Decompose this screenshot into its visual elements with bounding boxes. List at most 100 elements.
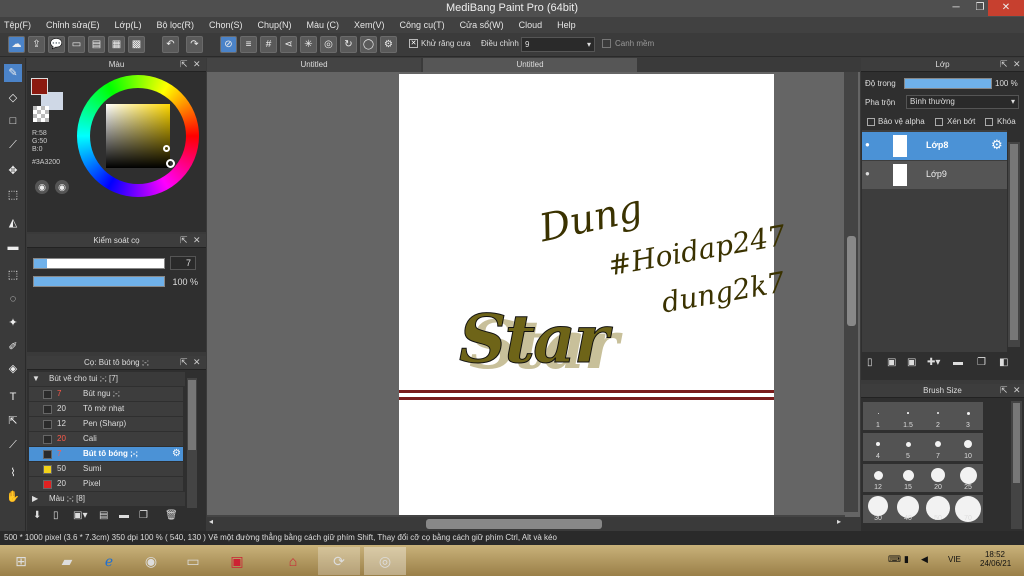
redo-icon[interactable]: ↷ [186, 36, 203, 53]
menu-item[interactable]: Cửa sổ(W) [460, 20, 504, 30]
rect-tool-icon[interactable]: □ [4, 112, 22, 130]
keyboard-icon[interactable]: ⌨ [888, 554, 901, 565]
brush-group-2[interactable]: ▶ Màu ;-; [8] [29, 492, 185, 506]
lasso-tool-icon[interactable]: ◌ [4, 290, 22, 308]
menu-item[interactable]: Công cụ(T) [400, 20, 445, 30]
magic-wand-icon[interactable]: ✦ [4, 314, 22, 332]
folder-icon[interactable]: ▬ [953, 357, 963, 368]
folder-icon[interactable]: ▭ [172, 547, 214, 575]
merge-icon[interactable]: ◧ [999, 357, 1008, 368]
scroll-left-icon[interactable]: ◂ [209, 517, 213, 526]
brush-tool-icon[interactable]: ✎ [4, 64, 22, 82]
duplicate-icon[interactable]: ❐ [977, 357, 986, 368]
brush-size-cell[interactable]: 30 [863, 495, 893, 523]
new-layer-icon[interactable]: ▯ [867, 357, 873, 368]
palette-add-icon[interactable]: ◉ [55, 180, 69, 194]
page-icon[interactable]: ▤ [88, 36, 105, 53]
palette-icon[interactable]: ◉ [35, 180, 49, 194]
protect-alpha-checkbox[interactable] [867, 118, 875, 126]
select-tool-icon[interactable]: ⬚ [4, 266, 22, 284]
brush-size-cell[interactable]: 4 [863, 433, 893, 461]
fg-color-swatch[interactable] [31, 78, 48, 95]
menu-item[interactable]: Chụp(N) [258, 20, 292, 30]
brush-size-value[interactable]: 7 [170, 256, 196, 270]
add-layer-menu-icon[interactable]: ✚▾ [927, 357, 940, 368]
menu-item[interactable]: Màu (C) [307, 20, 340, 30]
parallel-snap-icon[interactable]: ≡ [240, 36, 257, 53]
windows-start-icon[interactable]: ⊞ [0, 547, 42, 575]
brush-row[interactable]: 50 Sumi [29, 462, 183, 476]
expand-icon[interactable]: ⇱ [180, 235, 188, 246]
brush-size-cell[interactable]: 15 [893, 464, 923, 492]
speech-icon[interactable]: 💬 [48, 36, 65, 53]
export-icon[interactable]: ⇪ [28, 36, 45, 53]
expand-icon[interactable]: ⇱ [1000, 385, 1008, 396]
brush-size-scrollbar[interactable] [1011, 401, 1022, 529]
eraser-tool-icon[interactable]: ◇ [4, 89, 22, 107]
brush-opacity-slider[interactable] [33, 276, 165, 287]
hue-wheel[interactable] [77, 75, 199, 197]
layer-row[interactable]: ● Lớp9 [862, 161, 1007, 189]
chrome-icon[interactable]: ◉ [130, 547, 172, 575]
lock-checkbox[interactable] [985, 118, 993, 126]
network-icon[interactable]: ▮ [904, 554, 909, 565]
gradient-tool-icon[interactable]: ▬ [4, 238, 22, 256]
snap-off-icon[interactable]: ⊘ [220, 36, 237, 53]
cross-snap-icon[interactable]: # [260, 36, 277, 53]
comment-icon[interactable]: ▭ [68, 36, 85, 53]
brush-row[interactable]: 20 Pixel [29, 477, 183, 491]
gear-icon[interactable]: ⚙ [172, 447, 181, 461]
vertical-scrollbar[interactable] [844, 72, 858, 512]
menu-item[interactable]: Lớp(L) [115, 20, 142, 30]
app-logo-icon[interactable]: ⟳ [318, 547, 360, 575]
adjust-select[interactable]: 9 ▾ [521, 37, 595, 52]
line-tool-icon[interactable]: ⟋ [4, 136, 22, 154]
brush-size-cell[interactable]: 1.5 [893, 402, 923, 430]
trash-icon[interactable]: 🗑 [165, 510, 178, 521]
brush-size-cell[interactable]: 3 [953, 402, 983, 430]
transparent-swatch[interactable] [33, 106, 49, 122]
tab-untitled-2[interactable]: Untitled [423, 58, 637, 72]
brush-size-cell[interactable]: 2 [923, 402, 953, 430]
brush-size-cell[interactable]: 25 [953, 464, 983, 492]
hand-tool-icon[interactable]: ✋ [4, 488, 22, 506]
brush-size-cell[interactable]: 5 [893, 433, 923, 461]
menu-item[interactable]: Chọn(S) [209, 20, 243, 30]
undo-icon[interactable]: ↶ [162, 36, 179, 53]
pages-icon[interactable]: ▦ [108, 36, 125, 53]
layer-row-active[interactable]: ● Lớp8 ⚙ [862, 132, 1007, 160]
brush-row[interactable]: 7 Bút ngu ;-; [29, 387, 183, 401]
language-indicator[interactable]: VIE [948, 555, 961, 564]
brush-size-slider[interactable] [33, 258, 165, 269]
grid-icon[interactable]: ▩ [128, 36, 145, 53]
brush-size-cell[interactable]: 70 [953, 495, 983, 523]
sv-marker[interactable] [163, 145, 170, 152]
app-stack-icon[interactable]: ▰ [46, 547, 88, 575]
drawing-canvas[interactable]: Dung #Hoidap247 dung2k7 Star Star [399, 74, 788, 516]
sv-square[interactable] [106, 104, 170, 168]
clock[interactable]: 18:52 24/06/21 [980, 550, 1011, 568]
divide-tool-icon[interactable]: ⟋ [4, 436, 22, 454]
expand-icon[interactable]: ⇱ [180, 59, 188, 70]
operation-tool-icon[interactable]: ⇱ [4, 412, 22, 430]
horizontal-scrollbar[interactable]: ◂ ▸ [207, 517, 860, 531]
select-pen-icon[interactable]: ✐ [4, 338, 22, 356]
brush-size-cell[interactable]: 1 [863, 402, 893, 430]
antialias-checkbox[interactable]: ✕ [409, 39, 418, 48]
brush-size-cell[interactable]: 7 [923, 433, 953, 461]
brush-size-cell[interactable]: 40 [893, 495, 923, 523]
office-icon[interactable]: ▣ [216, 547, 258, 575]
circle-snap-icon[interactable]: ◎ [320, 36, 337, 53]
eye-icon[interactable]: ● [865, 140, 870, 149]
scroll-right-icon[interactable]: ▸ [837, 517, 841, 526]
close-icon[interactable]: ✕ [1013, 59, 1021, 70]
clip-checkbox[interactable] [935, 118, 943, 126]
brush-row[interactable]: 20 Tô mờ nhạt [29, 402, 183, 416]
menu-item[interactable]: Bộ lọc(R) [156, 20, 194, 30]
brush-row[interactable]: 12 Pen (Sharp) [29, 417, 183, 431]
ellipse-snap-icon[interactable]: ◯ [360, 36, 377, 53]
close-icon[interactable]: ✕ [193, 357, 201, 368]
folder-icon[interactable]: ▬ [119, 510, 129, 521]
select-eraser-icon[interactable]: ◈ [4, 360, 22, 378]
curve-snap-icon[interactable]: ↻ [340, 36, 357, 53]
